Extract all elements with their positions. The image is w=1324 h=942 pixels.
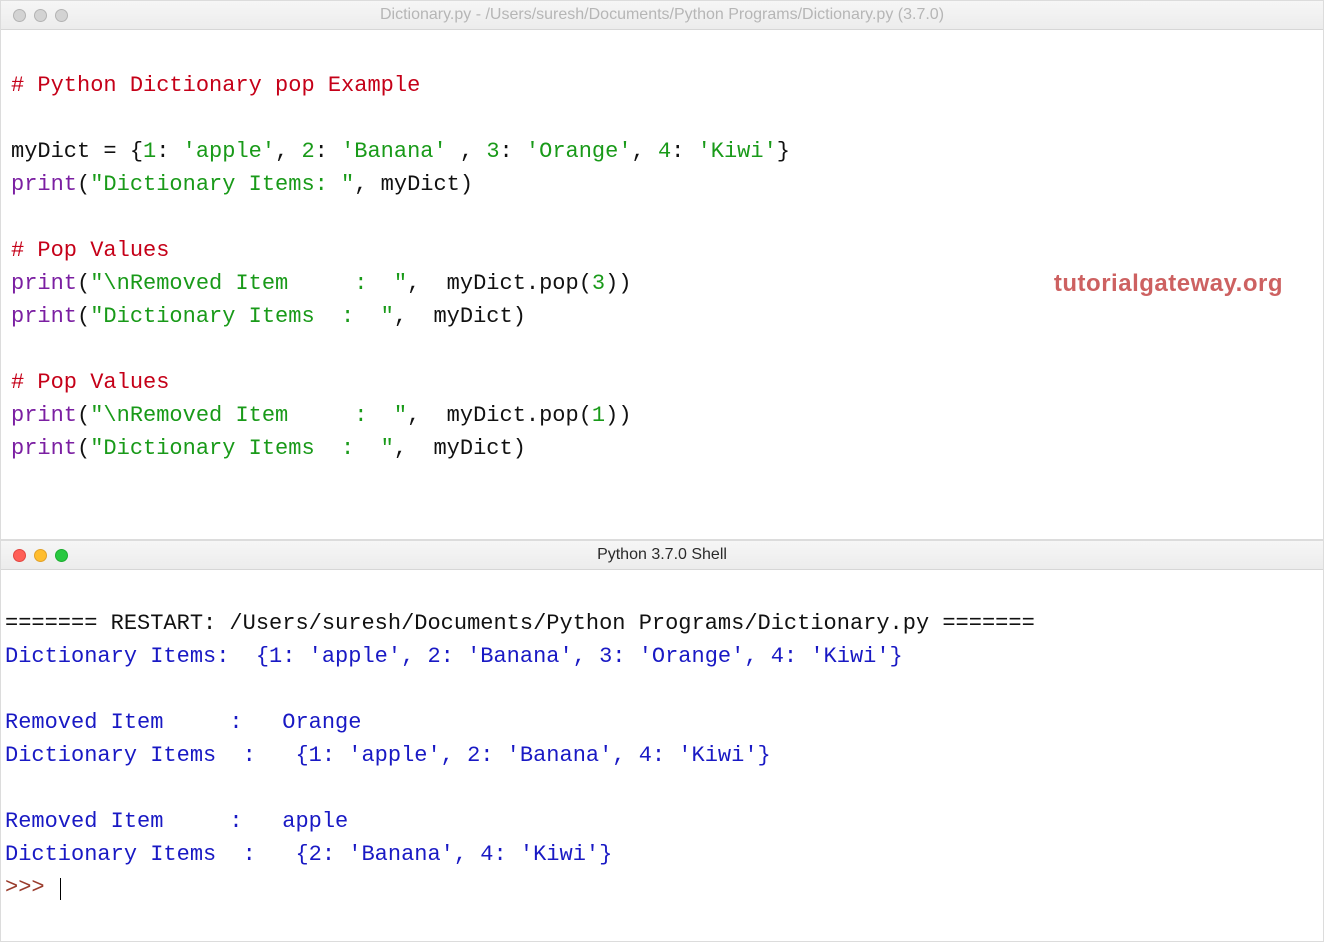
shell-title: Python 3.7.0 Shell <box>1 546 1323 564</box>
code-comment: # Pop Values <box>11 370 169 395</box>
editor-window: Dictionary.py - /Users/suresh/Documents/… <box>0 0 1324 540</box>
text-cursor-icon <box>60 878 61 900</box>
editor-content[interactable]: # Python Dictionary pop Example myDict =… <box>1 30 1323 539</box>
shell-titlebar: Python 3.7.0 Shell <box>1 540 1323 570</box>
print-kw: print <box>11 172 77 197</box>
editor-titlebar: Dictionary.py - /Users/suresh/Documents/… <box>1 0 1323 30</box>
shell-output: Removed Item : Orange <box>5 710 361 735</box>
shell-prompt[interactable]: >>> <box>5 875 58 900</box>
shell-output: Dictionary Items: {1: 'apple', 2: 'Banan… <box>5 644 903 669</box>
minimize-icon[interactable] <box>34 549 47 562</box>
close-icon[interactable] <box>13 549 26 562</box>
shell-window: Python 3.7.0 Shell ======= RESTART: /Use… <box>0 540 1324 942</box>
zoom-icon[interactable] <box>55 549 68 562</box>
editor-title: Dictionary.py - /Users/suresh/Documents/… <box>1 6 1323 24</box>
zoom-icon[interactable] <box>55 9 68 22</box>
restart-banner: ======= RESTART: /Users/suresh/Documents… <box>5 611 1035 636</box>
shell-content[interactable]: ======= RESTART: /Users/suresh/Documents… <box>1 570 1323 941</box>
shell-output: Dictionary Items : {2: 'Banana', 4: 'Kiw… <box>5 842 612 867</box>
traffic-lights <box>1 549 68 562</box>
shell-output: Removed Item : apple <box>5 809 348 834</box>
code-text: myDict <box>11 139 103 164</box>
watermark-text: tutorialgateway.org <box>1054 266 1283 302</box>
traffic-lights <box>1 9 68 22</box>
close-icon[interactable] <box>13 9 26 22</box>
shell-output: Dictionary Items : {1: 'apple', 2: 'Bana… <box>5 743 771 768</box>
code-comment: # Pop Values <box>11 238 169 263</box>
minimize-icon[interactable] <box>34 9 47 22</box>
code-comment: # Python Dictionary pop Example <box>11 73 420 98</box>
